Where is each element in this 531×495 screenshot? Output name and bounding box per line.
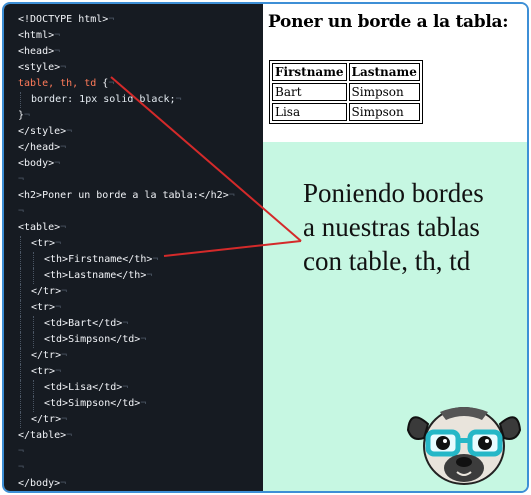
arrow-to-th	[163, 240, 302, 257]
code-line: </html>¬	[18, 492, 66, 493]
arrow-to-selector	[110, 76, 302, 242]
screenshot-frame: <!DOCTYPE html>¬ <html>¬ <head>¬ <style>¬ ta…	[2, 2, 529, 493]
pug-with-glasses-icon	[406, 407, 522, 485]
